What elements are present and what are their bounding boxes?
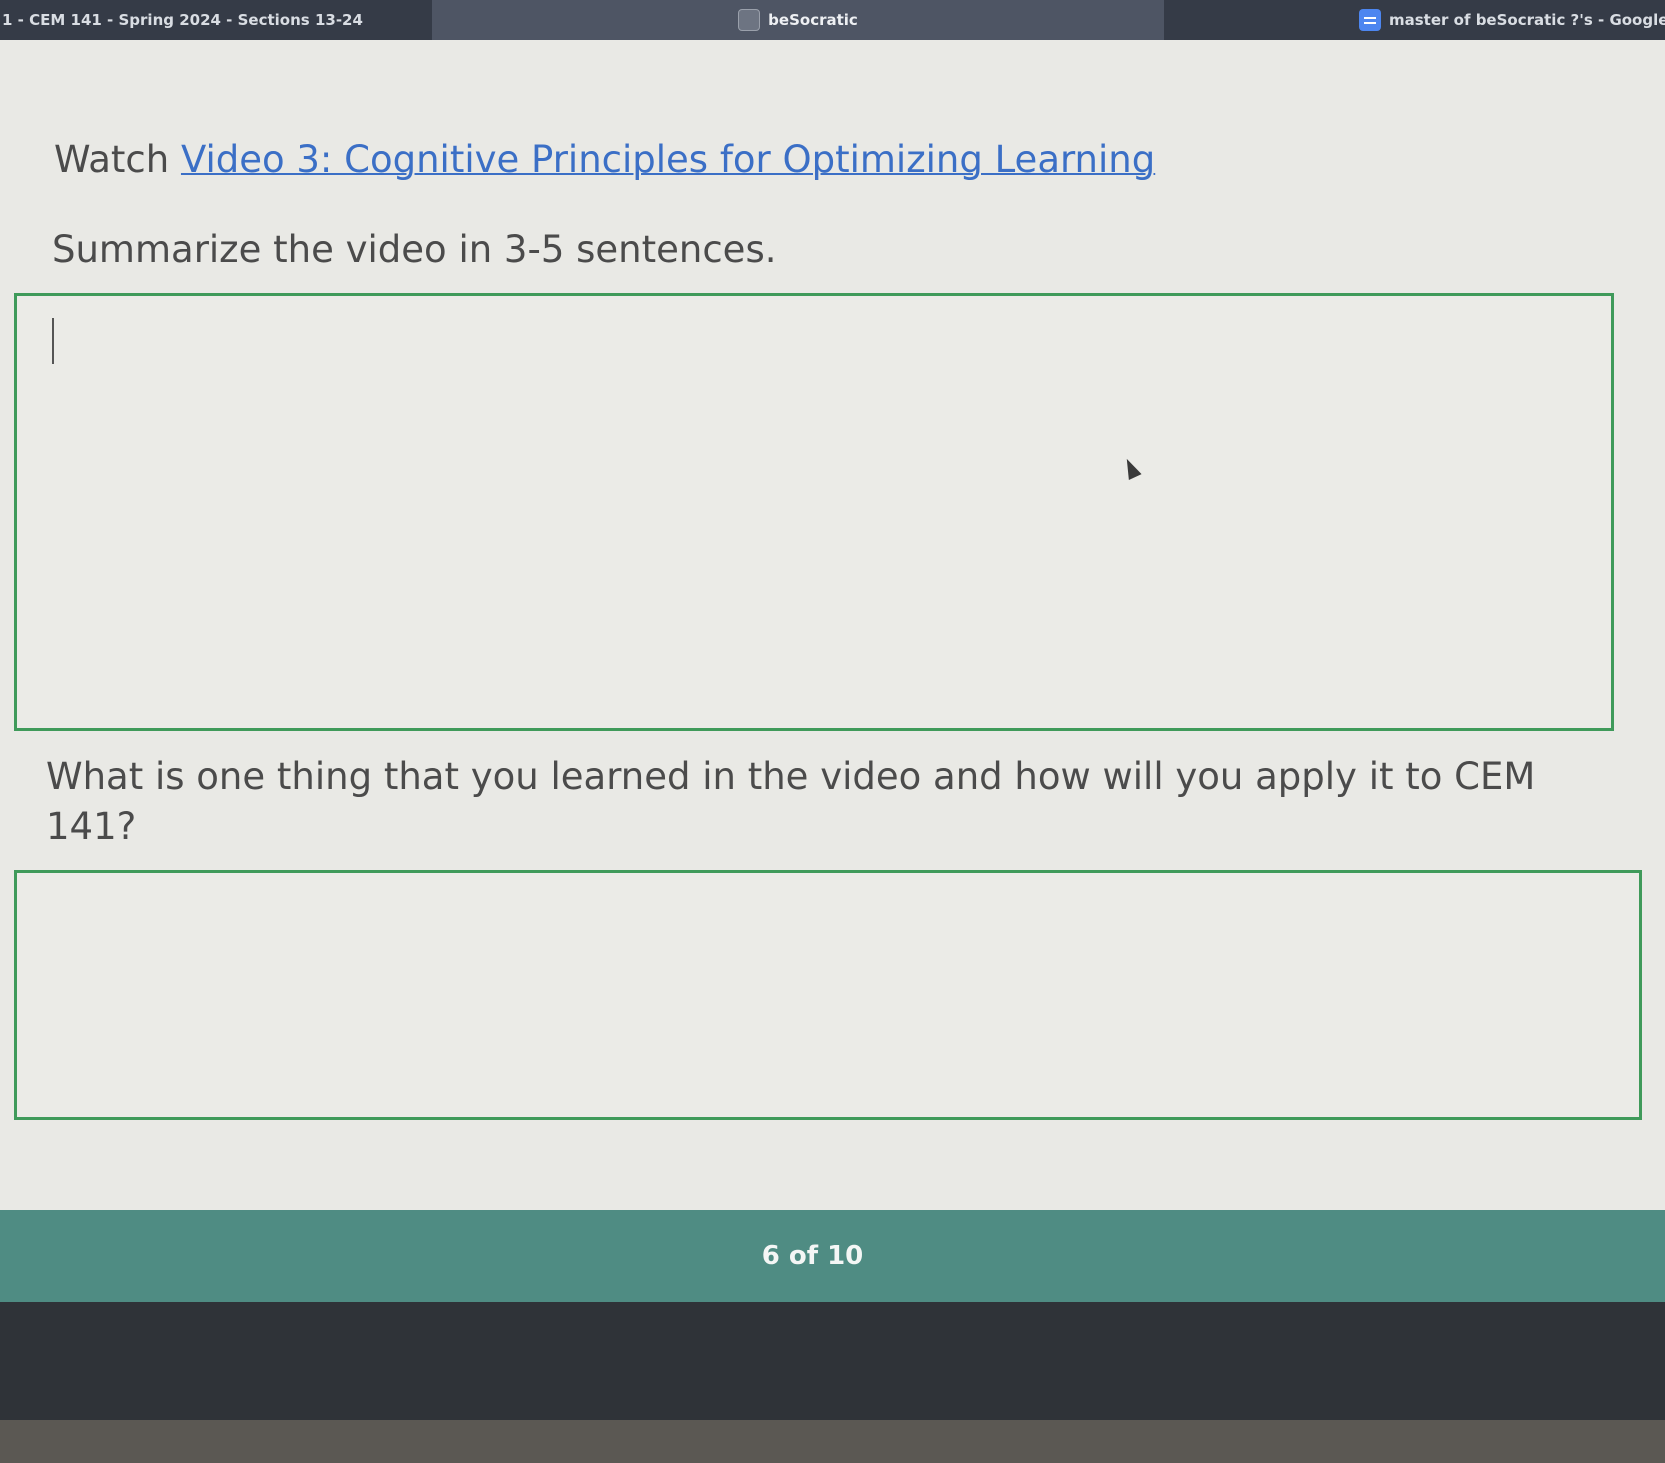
tab-label: beSocratic [768,11,858,29]
tab-cem141[interactable]: 1 - CEM 141 - Spring 2024 - Sections 13-… [0,0,432,40]
watch-prefix: Watch [54,138,181,181]
tab-label: 1 - CEM 141 - Spring 2024 - Sections 13-… [2,11,363,29]
besocratic-icon [738,9,761,31]
progress-footer: 6 of 10 [0,1210,1665,1302]
tab-google-doc[interactable]: master of beSocratic ?'s - Google D [1164,0,1665,40]
text-caret [52,318,54,364]
question-1-text: Summarize the video in 3-5 sentences. [52,228,777,271]
tab-besocratic[interactable]: beSocratic [432,0,1164,40]
watch-instruction: Watch Video 3: Cognitive Principles for … [54,135,1155,185]
answer-2-input[interactable] [14,870,1642,1120]
browser-tab-bar: 1 - CEM 141 - Spring 2024 - Sections 13-… [0,0,1665,40]
desk-surface [0,1420,1665,1463]
page-counter: 6 of 10 [761,1241,864,1271]
screen: 1 - CEM 141 - Spring 2024 - Sections 13-… [0,0,1665,1463]
answer-1-input[interactable] [14,293,1614,731]
question-2-text: What is one thing that you learned in th… [46,755,1536,848]
video-link[interactable]: Video 3: Cognitive Principles for Optimi… [181,138,1155,181]
activity-content: Watch Video 3: Cognitive Principles for … [0,40,1665,1210]
google-docs-icon [1359,9,1381,31]
tab-label: master of beSocratic ?'s - Google D [1389,11,1665,29]
